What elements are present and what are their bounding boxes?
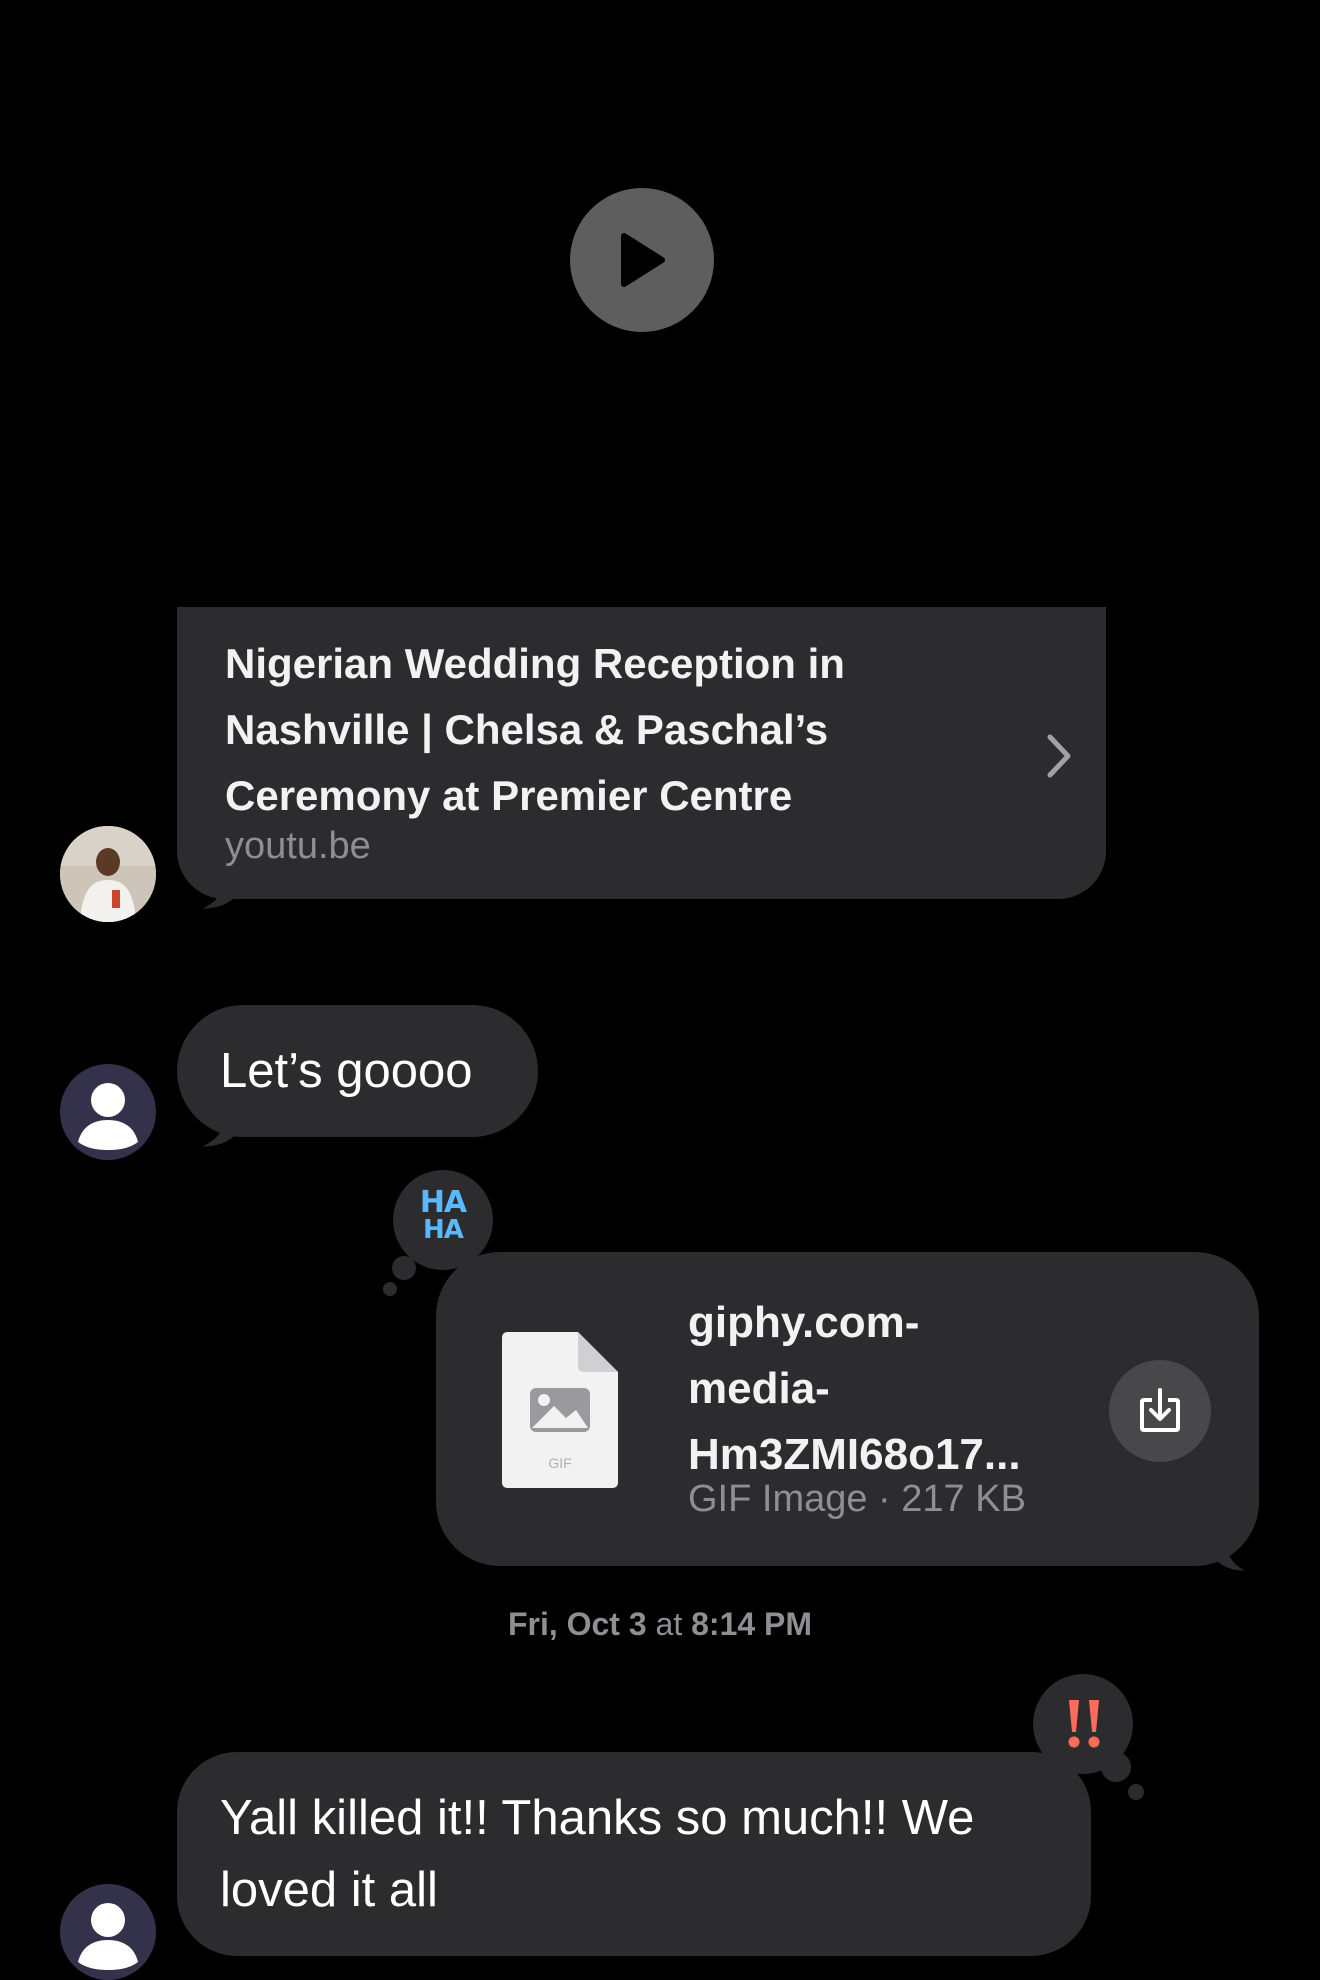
message-text-line: loved it all — [220, 1863, 438, 1917]
avatar[interactable] — [60, 1064, 156, 1160]
link-preview-bubble[interactable]: Nigerian Wedding Reception in Nashville … — [177, 607, 1106, 899]
bubble-tail — [202, 880, 239, 909]
download-button[interactable] — [1109, 1360, 1211, 1462]
haha-reaction-line: HA — [419, 1185, 467, 1220]
file-name: giphy.com- media- Hm3ZMI68o17... — [688, 1290, 1108, 1488]
timestamp: Fri, Oct 3 at 8:14 PM — [0, 1606, 1320, 1643]
reaction-tail-dot — [392, 1256, 416, 1280]
reaction-tail-dot — [1101, 1752, 1131, 1782]
person-icon — [78, 1083, 138, 1150]
file-meta: GIF Image · 217 KB — [688, 1478, 1026, 1520]
avatar[interactable] — [60, 1884, 156, 1980]
person-icon — [78, 1903, 138, 1970]
link-preview-title: Nigerian Wedding Reception in Nashville … — [225, 640, 845, 819]
bubble-tail — [202, 1118, 239, 1147]
gif-thumb-label: GIF — [548, 1455, 571, 1471]
chevron-right-icon — [1047, 734, 1071, 778]
message-text: Let’s goooo — [220, 1044, 473, 1098]
reaction-tail-dot — [383, 1282, 397, 1296]
contact-photo — [60, 826, 156, 922]
timestamp-at: at — [655, 1606, 683, 1642]
reaction-tail-dot — [1128, 1784, 1144, 1800]
file-attachment-bubble[interactable]: GIF giphy.com- media- Hm3ZMI68o17... GIF… — [436, 1252, 1259, 1566]
video-play-button[interactable] — [570, 188, 714, 332]
bubble-tail — [1213, 1542, 1245, 1571]
message-bubble[interactable]: Yall killed it!! Thanks so much!! We lov… — [177, 1752, 1091, 1956]
gif-file-icon: GIF — [502, 1332, 618, 1488]
haha-reaction-line: HA — [423, 1215, 464, 1245]
message-text-line: Yall killed it!! Thanks so much!! We — [220, 1791, 975, 1845]
download-icon — [1140, 1388, 1180, 1432]
double-exclamation-icon — [1068, 1700, 1100, 1748]
avatar[interactable] — [60, 826, 156, 922]
link-preview-domain: youtu.be — [225, 825, 371, 867]
timestamp-time: 8:14 PM — [691, 1606, 813, 1642]
file-name-line: giphy.com- — [688, 1298, 920, 1347]
file-name-line: media- — [688, 1364, 830, 1413]
play-icon — [621, 233, 665, 287]
timestamp-day: Fri, Oct 3 — [507, 1606, 647, 1642]
